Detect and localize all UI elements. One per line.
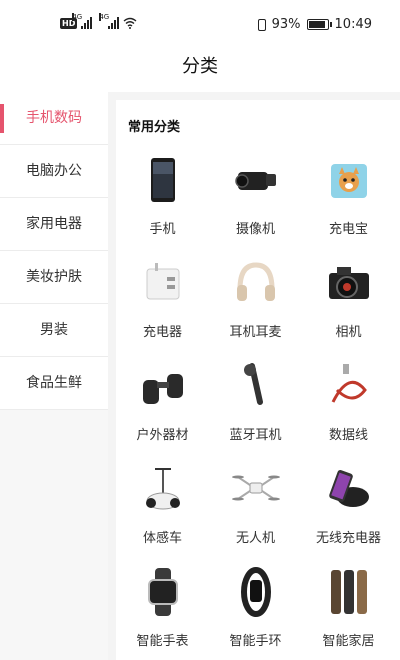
sidebar-item-fresh-food[interactable]: 食品生鲜 <box>0 357 108 410</box>
sidebar-item-computer-office[interactable]: 电脑办公 <box>0 145 108 198</box>
balance-scooter-icon <box>137 463 189 515</box>
sidebar-item-label: 美妆护肤 <box>26 269 82 285</box>
category-item-label: 手机 <box>149 222 176 237</box>
category-item-label: 智能家居 <box>322 634 375 649</box>
sidebar-item-menswear[interactable]: 男装 <box>0 304 108 357</box>
power-bank-icon <box>323 154 375 206</box>
binoculars-icon <box>137 360 189 412</box>
headphones-icon <box>230 257 282 309</box>
sidebar-item-appliances[interactable]: 家用电器 <box>0 198 108 251</box>
bluetooth-earpiece-icon <box>230 360 282 412</box>
smart-lock-icon <box>323 566 375 618</box>
category-item-label: 体感车 <box>142 531 182 546</box>
wireless-charger-icon <box>323 463 375 515</box>
sidebar-item-label: 家用电器 <box>26 216 82 232</box>
status-bar: HD 4G 4G 93% 10:49 <box>0 0 400 50</box>
category-item-label: 充电器 <box>142 325 182 340</box>
category-item-label: 充电宝 <box>328 222 368 237</box>
data-cable-icon <box>323 360 375 412</box>
category-item-outdoor[interactable]: 户外器材 <box>116 354 209 457</box>
wifi-icon <box>123 17 137 29</box>
phone-icon <box>137 154 189 206</box>
category-item-label: 户外器材 <box>136 428 189 443</box>
sidebar-item-label: 电脑办公 <box>26 163 82 179</box>
section-title: 常用分类 <box>128 120 181 135</box>
category-item-drone[interactable]: 无人机 <box>209 457 302 560</box>
status-right: 93% 10:49 <box>257 17 372 32</box>
category-sidebar: 手机数码 电脑办公 家用电器 美妆护肤 男装 食品生鲜 <box>0 92 108 660</box>
category-item-phone[interactable]: 手机 <box>116 148 209 251</box>
signal-tag: 4G <box>72 13 83 21</box>
category-grid: 手机 摄像机 充电宝 充电器 耳机耳麦 相机 户外器材 蓝牙耳机 数据线 体感车… <box>116 148 400 660</box>
category-item-power-bank[interactable]: 充电宝 <box>302 148 395 251</box>
category-item-label: 智能手环 <box>229 634 282 649</box>
category-item-bluetooth-earpiece[interactable]: 蓝牙耳机 <box>209 354 302 457</box>
cell-signal-icon: 4G <box>72 13 93 29</box>
battery-icon <box>306 19 332 30</box>
category-content: 常用分类 手机 摄像机 充电宝 充电器 耳机耳麦 相机 户外器材 蓝牙耳机 数据… <box>116 100 400 660</box>
category-item-label: 数据线 <box>328 428 368 443</box>
category-item-label: 蓝牙耳机 <box>229 428 282 443</box>
category-item-label: 无人机 <box>235 531 275 546</box>
category-item-label: 相机 <box>335 325 362 340</box>
sidebar-item-label: 手机数码 <box>26 110 82 126</box>
category-item-label: 智能手表 <box>136 634 189 649</box>
category-item-balance-scooter[interactable]: 体感车 <box>116 457 209 560</box>
category-item-fitness-band[interactable]: 智能手环 <box>209 560 302 660</box>
category-item-smart-home[interactable]: 智能家居 <box>302 560 395 660</box>
sidebar-item-digital[interactable]: 手机数码 <box>0 92 108 145</box>
category-item-smartwatch[interactable]: 智能手表 <box>116 560 209 660</box>
battery-percent: 93% <box>271 17 301 32</box>
smartwatch-icon <box>137 566 189 618</box>
charger-icon <box>137 257 189 309</box>
category-item-wireless-charger[interactable]: 无线充电器 <box>302 457 395 560</box>
signal-tag: 4G <box>99 13 110 21</box>
category-item-camcorder[interactable]: 摄像机 <box>209 148 302 251</box>
camera-icon <box>323 257 375 309</box>
drone-icon <box>230 463 282 515</box>
sidebar-item-label: 男装 <box>40 322 68 338</box>
battery-fill <box>308 21 325 28</box>
category-item-label: 耳机耳麦 <box>229 325 282 340</box>
fitness-band-icon <box>230 566 282 618</box>
category-item-label: 摄像机 <box>235 222 275 237</box>
sidebar-item-beauty[interactable]: 美妆护肤 <box>0 251 108 304</box>
page-header: 分类 <box>0 50 400 90</box>
category-item-data-cable[interactable]: 数据线 <box>302 354 395 457</box>
clock: 10:49 <box>334 17 372 32</box>
camcorder-icon <box>230 154 282 206</box>
category-item-camera[interactable]: 相机 <box>302 251 395 354</box>
vibrate-icon <box>257 18 266 31</box>
category-item-charger[interactable]: 充电器 <box>116 251 209 354</box>
category-item-headphones[interactable]: 耳机耳麦 <box>209 251 302 354</box>
category-item-label: 无线充电器 <box>315 531 381 546</box>
page-title: 分类 <box>182 56 218 77</box>
category-body: 手机数码 电脑办公 家用电器 美妆护肤 男装 食品生鲜 常用分类 手机 摄像机 <box>0 92 400 660</box>
cell-signal-icon: 4G <box>99 13 120 29</box>
status-left: HD 4G 4G <box>60 13 137 29</box>
sidebar-item-label: 食品生鲜 <box>26 375 82 391</box>
